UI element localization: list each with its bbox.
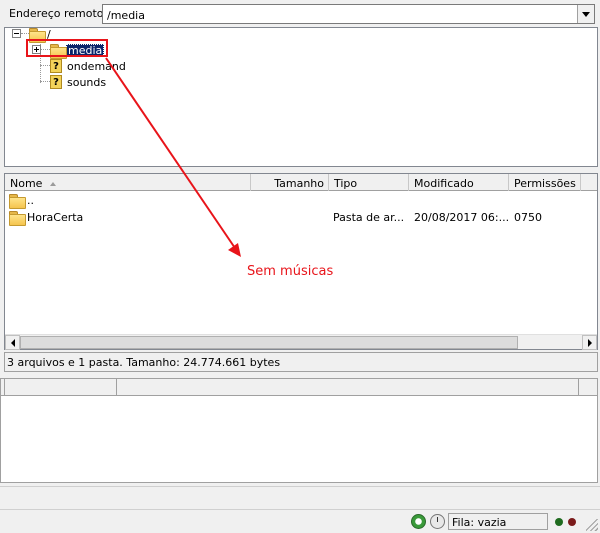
tree-connector <box>40 65 50 66</box>
tree-item-label: ondemand <box>67 59 126 73</box>
tree-item-label: sounds <box>67 75 107 89</box>
remote-path-dropdown-button[interactable] <box>577 5 594 23</box>
horizontal-scrollbar[interactable] <box>5 334 597 350</box>
queue-header <box>1 379 597 396</box>
file-name: .. <box>27 194 34 207</box>
file-modified: 20/08/2017 06:... <box>414 211 510 224</box>
directory-summary-text: 3 arquivos e 1 pasta. Tamanho: 24.774.66… <box>7 356 281 369</box>
column-header-type[interactable]: Tipo <box>329 174 409 191</box>
file-row-horacerta[interactable]: HoraCerta Pasta de ar... 20/08/2017 06:.… <box>5 209 597 226</box>
status-bar: Fila: vazia <box>0 509 600 533</box>
annotation-text: Sem músicas <box>247 264 334 279</box>
queue-column-header[interactable] <box>117 379 579 396</box>
file-list-header: Nome Tamanho Tipo Modificado Permissões <box>5 174 597 191</box>
column-header-label: Tamanho <box>274 177 324 190</box>
gauge-icon[interactable] <box>430 514 445 529</box>
column-header-label: Nome <box>10 177 43 190</box>
file-permissions: 0750 <box>514 211 542 224</box>
column-header-label: Permissões <box>514 177 576 190</box>
queue-tab-bar <box>0 486 600 506</box>
column-header-size[interactable]: Tamanho <box>251 174 329 191</box>
resize-grip-icon[interactable] <box>586 519 598 531</box>
folder-icon <box>9 211 26 226</box>
column-header-label: Modificado <box>414 177 474 190</box>
remote-address-label: Endereço remoto: <box>9 7 108 20</box>
folder-icon <box>9 194 26 209</box>
column-header-permissions[interactable]: Permissões <box>509 174 581 191</box>
file-name: HoraCerta <box>27 211 84 224</box>
scrollbar-thumb[interactable] <box>20 336 518 349</box>
tree-item-sounds[interactable]: ? sounds <box>50 74 108 90</box>
tree-connector <box>40 81 50 82</box>
annotation-highlight-box <box>26 39 108 57</box>
sort-ascending-icon <box>50 182 57 186</box>
arrow-left-icon <box>10 338 15 347</box>
scroll-right-button[interactable] <box>582 335 597 350</box>
question-icon: ? <box>50 59 62 73</box>
queue-status-text: Fila: vazia <box>452 516 507 529</box>
queue-column-header[interactable] <box>5 379 117 396</box>
chevron-down-icon <box>582 11 590 17</box>
transfer-queue[interactable] <box>0 378 598 483</box>
scroll-left-button[interactable] <box>5 335 20 350</box>
receive-led-icon <box>555 518 563 526</box>
column-header-label: Tipo <box>334 177 358 190</box>
file-row-parent[interactable]: .. <box>5 192 597 209</box>
remote-address-combo[interactable] <box>102 4 595 24</box>
directory-summary: 3 arquivos e 1 pasta. Tamanho: 24.774.66… <box>4 352 598 372</box>
speed-limit-icon[interactable] <box>411 514 426 529</box>
remote-address-bar: Endereço remoto: <box>0 0 598 27</box>
arrow-right-icon <box>587 338 592 347</box>
question-icon: ? <box>50 75 62 89</box>
send-led-icon <box>568 518 576 526</box>
column-header-name[interactable]: Nome <box>5 174 251 191</box>
tree-item-ondemand[interactable]: ? ondemand <box>50 58 128 74</box>
tree-connector <box>21 33 29 34</box>
column-header-modified[interactable]: Modificado <box>409 174 509 191</box>
remote-path-input[interactable] <box>103 5 577 23</box>
queue-status: Fila: vazia <box>448 513 548 530</box>
collapse-icon[interactable] <box>12 29 21 38</box>
file-type: Pasta de ar... <box>333 211 405 224</box>
remote-file-list[interactable]: Nome Tamanho Tipo Modificado Permissões … <box>4 173 598 350</box>
